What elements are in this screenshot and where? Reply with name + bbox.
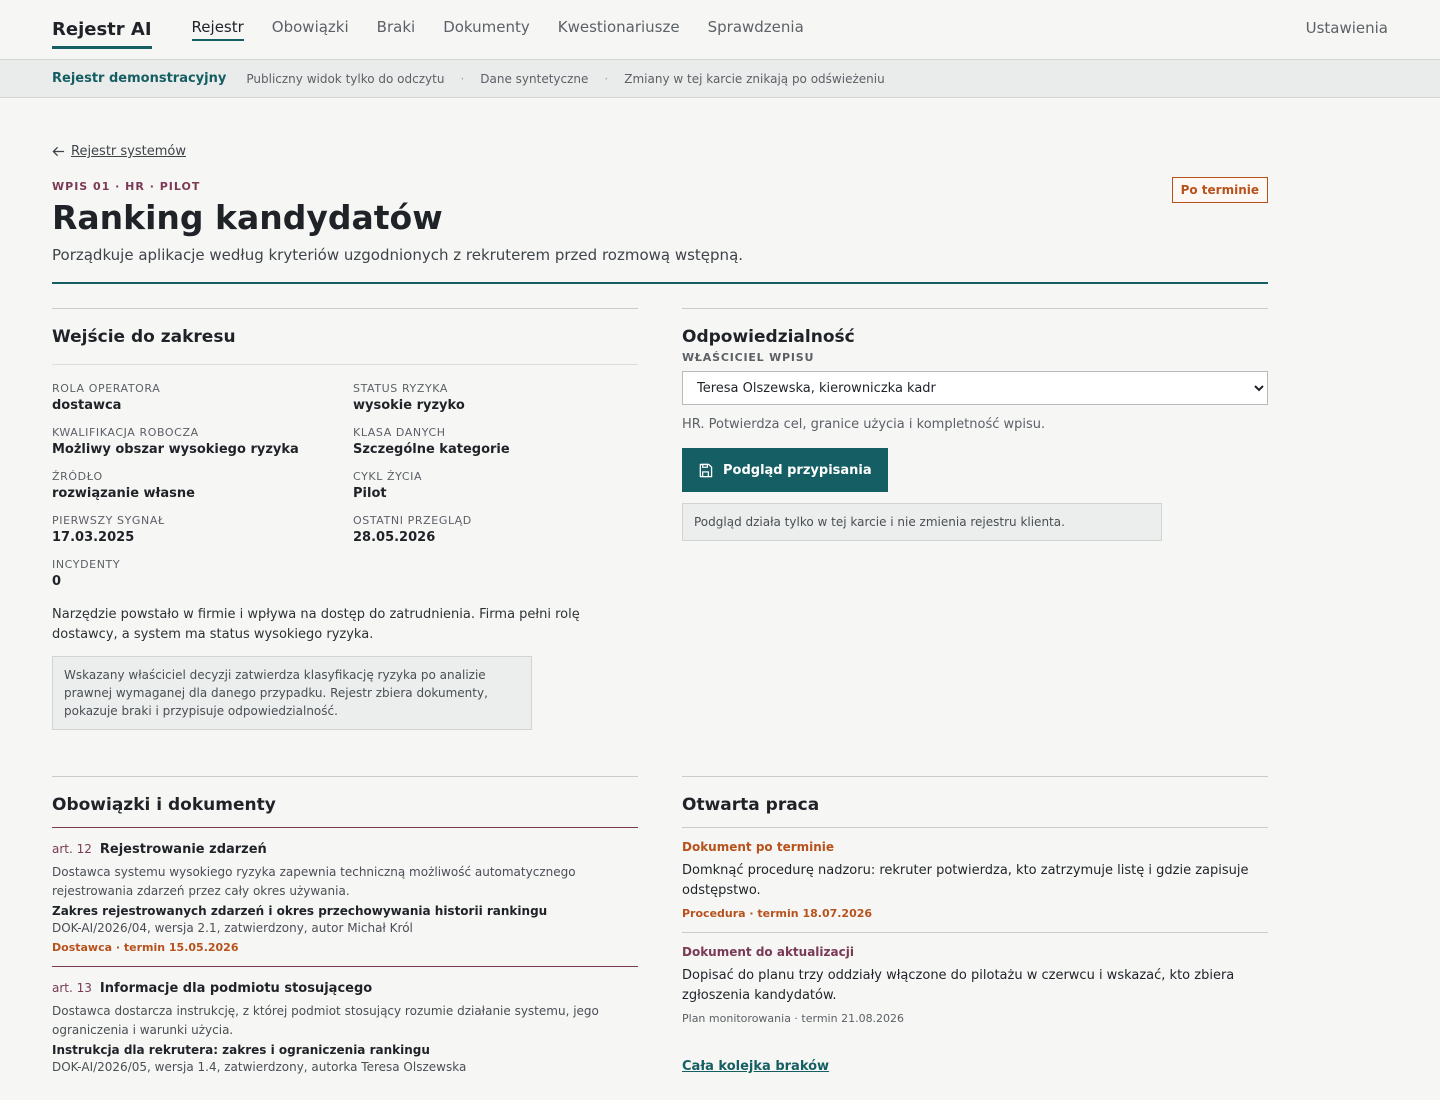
scope-divider (52, 364, 638, 365)
fact-value: wysokie ryzyko (353, 398, 465, 413)
nav-item-rejestr[interactable]: Rejestr (191, 18, 244, 41)
back-link-label: Rejestr systemów (71, 144, 186, 159)
owner-label: WŁAŚCICIEL WPISU (682, 351, 815, 364)
nav-item-dokumenty[interactable]: Dokumenty (443, 18, 530, 41)
top-navigation: Rejestr AI Rejestr Obowiązki Braki Dokum… (0, 0, 1440, 60)
title-divider (52, 282, 1268, 284)
owner-select[interactable]: Teresa Olszewska, kierowniczka kadr (682, 371, 1268, 405)
settings-link[interactable]: Ustawienia (1306, 19, 1388, 37)
duty-title: Informacje dla podmiotu stosującego (99, 981, 373, 996)
fact-label: ŹRÓDŁO (52, 470, 103, 483)
fact-value: Możliwy obszar wysokiego ryzyka (52, 442, 299, 457)
nav-item-braki[interactable]: Braki (377, 18, 416, 41)
duty-item[interactable]: art. 13 Informacje dla podmiotu stosując… (52, 966, 638, 1086)
status-badge: Po terminie (1171, 177, 1268, 203)
preview-button-label: Podgląd przypisania (723, 462, 872, 478)
work-type: Dokument po terminie (682, 840, 835, 854)
scope-facts: ROLA OPERATORA dostawca STATUS RYZYKA wy… (52, 382, 638, 589)
demo-title: Rejestr demonstracyjny (52, 71, 227, 86)
work-item[interactable]: Dokument po terminie Domknąć procedurę n… (682, 827, 1268, 932)
work-text: Dopisać do planu trzy oddziały włączone … (682, 968, 1235, 1003)
scope-note: Wskazany właściciel decyzji zatwierdza k… (52, 656, 532, 730)
duty-title: Rejestrowanie zdarzeń (99, 842, 267, 857)
page-description: Porządkuje aplikacje według kryteriów uz… (52, 246, 744, 264)
work-text: Domknąć procedurę nadzoru: rekruter potw… (682, 863, 1249, 898)
work-deadline: Plan monitorowania · termin 21.08.2026 (682, 1012, 905, 1025)
scope-heading: Wejście do zakresu (52, 327, 236, 347)
duties-heading: Obowiązki i dokumenty (52, 795, 276, 815)
preview-note: Podgląd działa tylko w tej karcie i nie … (682, 503, 1162, 541)
entry-eyebrow: WPIS 01 · HR · PILOT (52, 180, 201, 193)
work-deadline: Procedura · termin 18.07.2026 (682, 907, 873, 920)
brand-logo[interactable]: Rejestr AI (52, 19, 152, 49)
preview-assignment-button[interactable]: Podgląd przypisania (682, 448, 888, 492)
fact-first-signal: PIERWSZY SYGNAŁ 17.03.2025 (52, 514, 353, 545)
main-nav: Rejestr Obowiązki Braki Dokumenty Kwesti… (191, 18, 804, 41)
work-item[interactable]: Dokument do aktualizacji Dopisać do plan… (682, 932, 1268, 1037)
fact-incidents: INCYDENTY 0 (52, 558, 353, 589)
duty-deadline: Dostawca · termin 15.05.2026 (52, 941, 239, 954)
fact-label: KWALIFIKACJA ROBOCZA (52, 426, 199, 439)
demo-note: Publiczny widok tylko do odczytu (246, 71, 445, 86)
scope-section: Wejście do zakresu ROLA OPERATORA dostaw… (52, 308, 638, 730)
responsibility-heading: Odpowiedzialność (682, 327, 855, 347)
nav-item-sprawdzenia[interactable]: Sprawdzenia (708, 18, 804, 41)
fact-label: ROLA OPERATORA (52, 382, 161, 395)
fact-last-review: OSTATNI PRZEGLĄD 28.05.2026 (353, 514, 638, 545)
fact-value: 0 (52, 574, 62, 589)
owner-help-text: HR. Potwierdza cel, granice użycia i kom… (682, 417, 1046, 432)
nav-item-obowiazki[interactable]: Obowiązki (272, 18, 349, 41)
duty-description: Dostawca systemu wysokiego ryzyka zapewn… (52, 865, 576, 898)
responsibility-section: Odpowiedzialność WŁAŚCICIEL WPISU Teresa… (682, 308, 1268, 541)
fact-value: dostawca (52, 398, 122, 413)
fact-value: rozwiązanie własne (52, 486, 195, 501)
fact-operator-role: ROLA OPERATORA dostawca (52, 382, 353, 413)
fact-label: CYKL ŻYCIA (353, 470, 423, 483)
demo-banner: Rejestr demonstracyjny Publiczny widok t… (0, 60, 1440, 98)
fact-value: Pilot (353, 486, 387, 501)
demo-separator: · (460, 71, 465, 86)
save-icon (699, 463, 713, 477)
fact-source: ŹRÓDŁO rozwiązanie własne (52, 470, 353, 501)
open-work-heading: Otwarta praca (682, 795, 820, 815)
arrow-left-icon (52, 146, 65, 157)
fact-label: OSTATNI PRZEGLĄD (353, 514, 472, 527)
work-type: Dokument do aktualizacji (682, 945, 854, 959)
fact-label: PIERWSZY SYGNAŁ (52, 514, 165, 527)
demo-note: Dane syntetyczne (480, 71, 589, 86)
duty-description: Dostawca dostarcza instrukcję, z której … (52, 1004, 599, 1037)
duty-article: art. 12 (52, 842, 92, 856)
open-work-section: Otwarta praca Dokument po terminie Domkn… (682, 776, 1268, 1074)
page-title: Ranking kandydatów (52, 198, 443, 237)
demo-separator: · (604, 71, 609, 86)
fact-lifecycle: CYKL ŻYCIA Pilot (353, 470, 638, 501)
duty-document-title: Zakres rejestrowanych zdarzeń i okres pr… (52, 904, 548, 918)
fact-value: Szczególne kategorie (353, 442, 510, 457)
duties-section: Obowiązki i dokumenty art. 12 Rejestrowa… (52, 776, 638, 1086)
fact-risk-status: STATUS RYZYKA wysokie ryzyko (353, 382, 638, 413)
duty-article: art. 13 (52, 981, 92, 995)
full-queue-link[interactable]: Cała kolejka braków (682, 1059, 829, 1074)
demo-note: Zmiany w tej karcie znikają po odświeżen… (624, 71, 885, 86)
scope-summary: Narzędzie powstało w firmie i wpływa na … (52, 607, 580, 642)
duty-document-title: Instrukcja dla rekrutera: zakres i ogran… (52, 1043, 430, 1057)
back-link[interactable]: Rejestr systemów (52, 144, 186, 159)
fact-working-qualification: KWALIFIKACJA ROBOCZA Możliwy obszar wyso… (52, 426, 353, 457)
duty-document-meta: DOK-AI/2026/05, wersja 1.4, zatwierdzony… (52, 1060, 467, 1074)
fact-data-class: KLASA DANYCH Szczególne kategorie (353, 426, 638, 457)
duty-document-meta: DOK-AI/2026/04, wersja 2.1, zatwierdzony… (52, 921, 413, 935)
fact-label: INCYDENTY (52, 558, 121, 571)
duty-item[interactable]: art. 12 Rejestrowanie zdarzeń Dostawca s… (52, 827, 638, 966)
fact-value: 28.05.2026 (353, 530, 436, 545)
fact-label: STATUS RYZYKA (353, 382, 449, 395)
fact-value: 17.03.2025 (52, 530, 135, 545)
fact-label: KLASA DANYCH (353, 426, 446, 439)
nav-item-kwestionariusze[interactable]: Kwestionariusze (558, 18, 680, 41)
